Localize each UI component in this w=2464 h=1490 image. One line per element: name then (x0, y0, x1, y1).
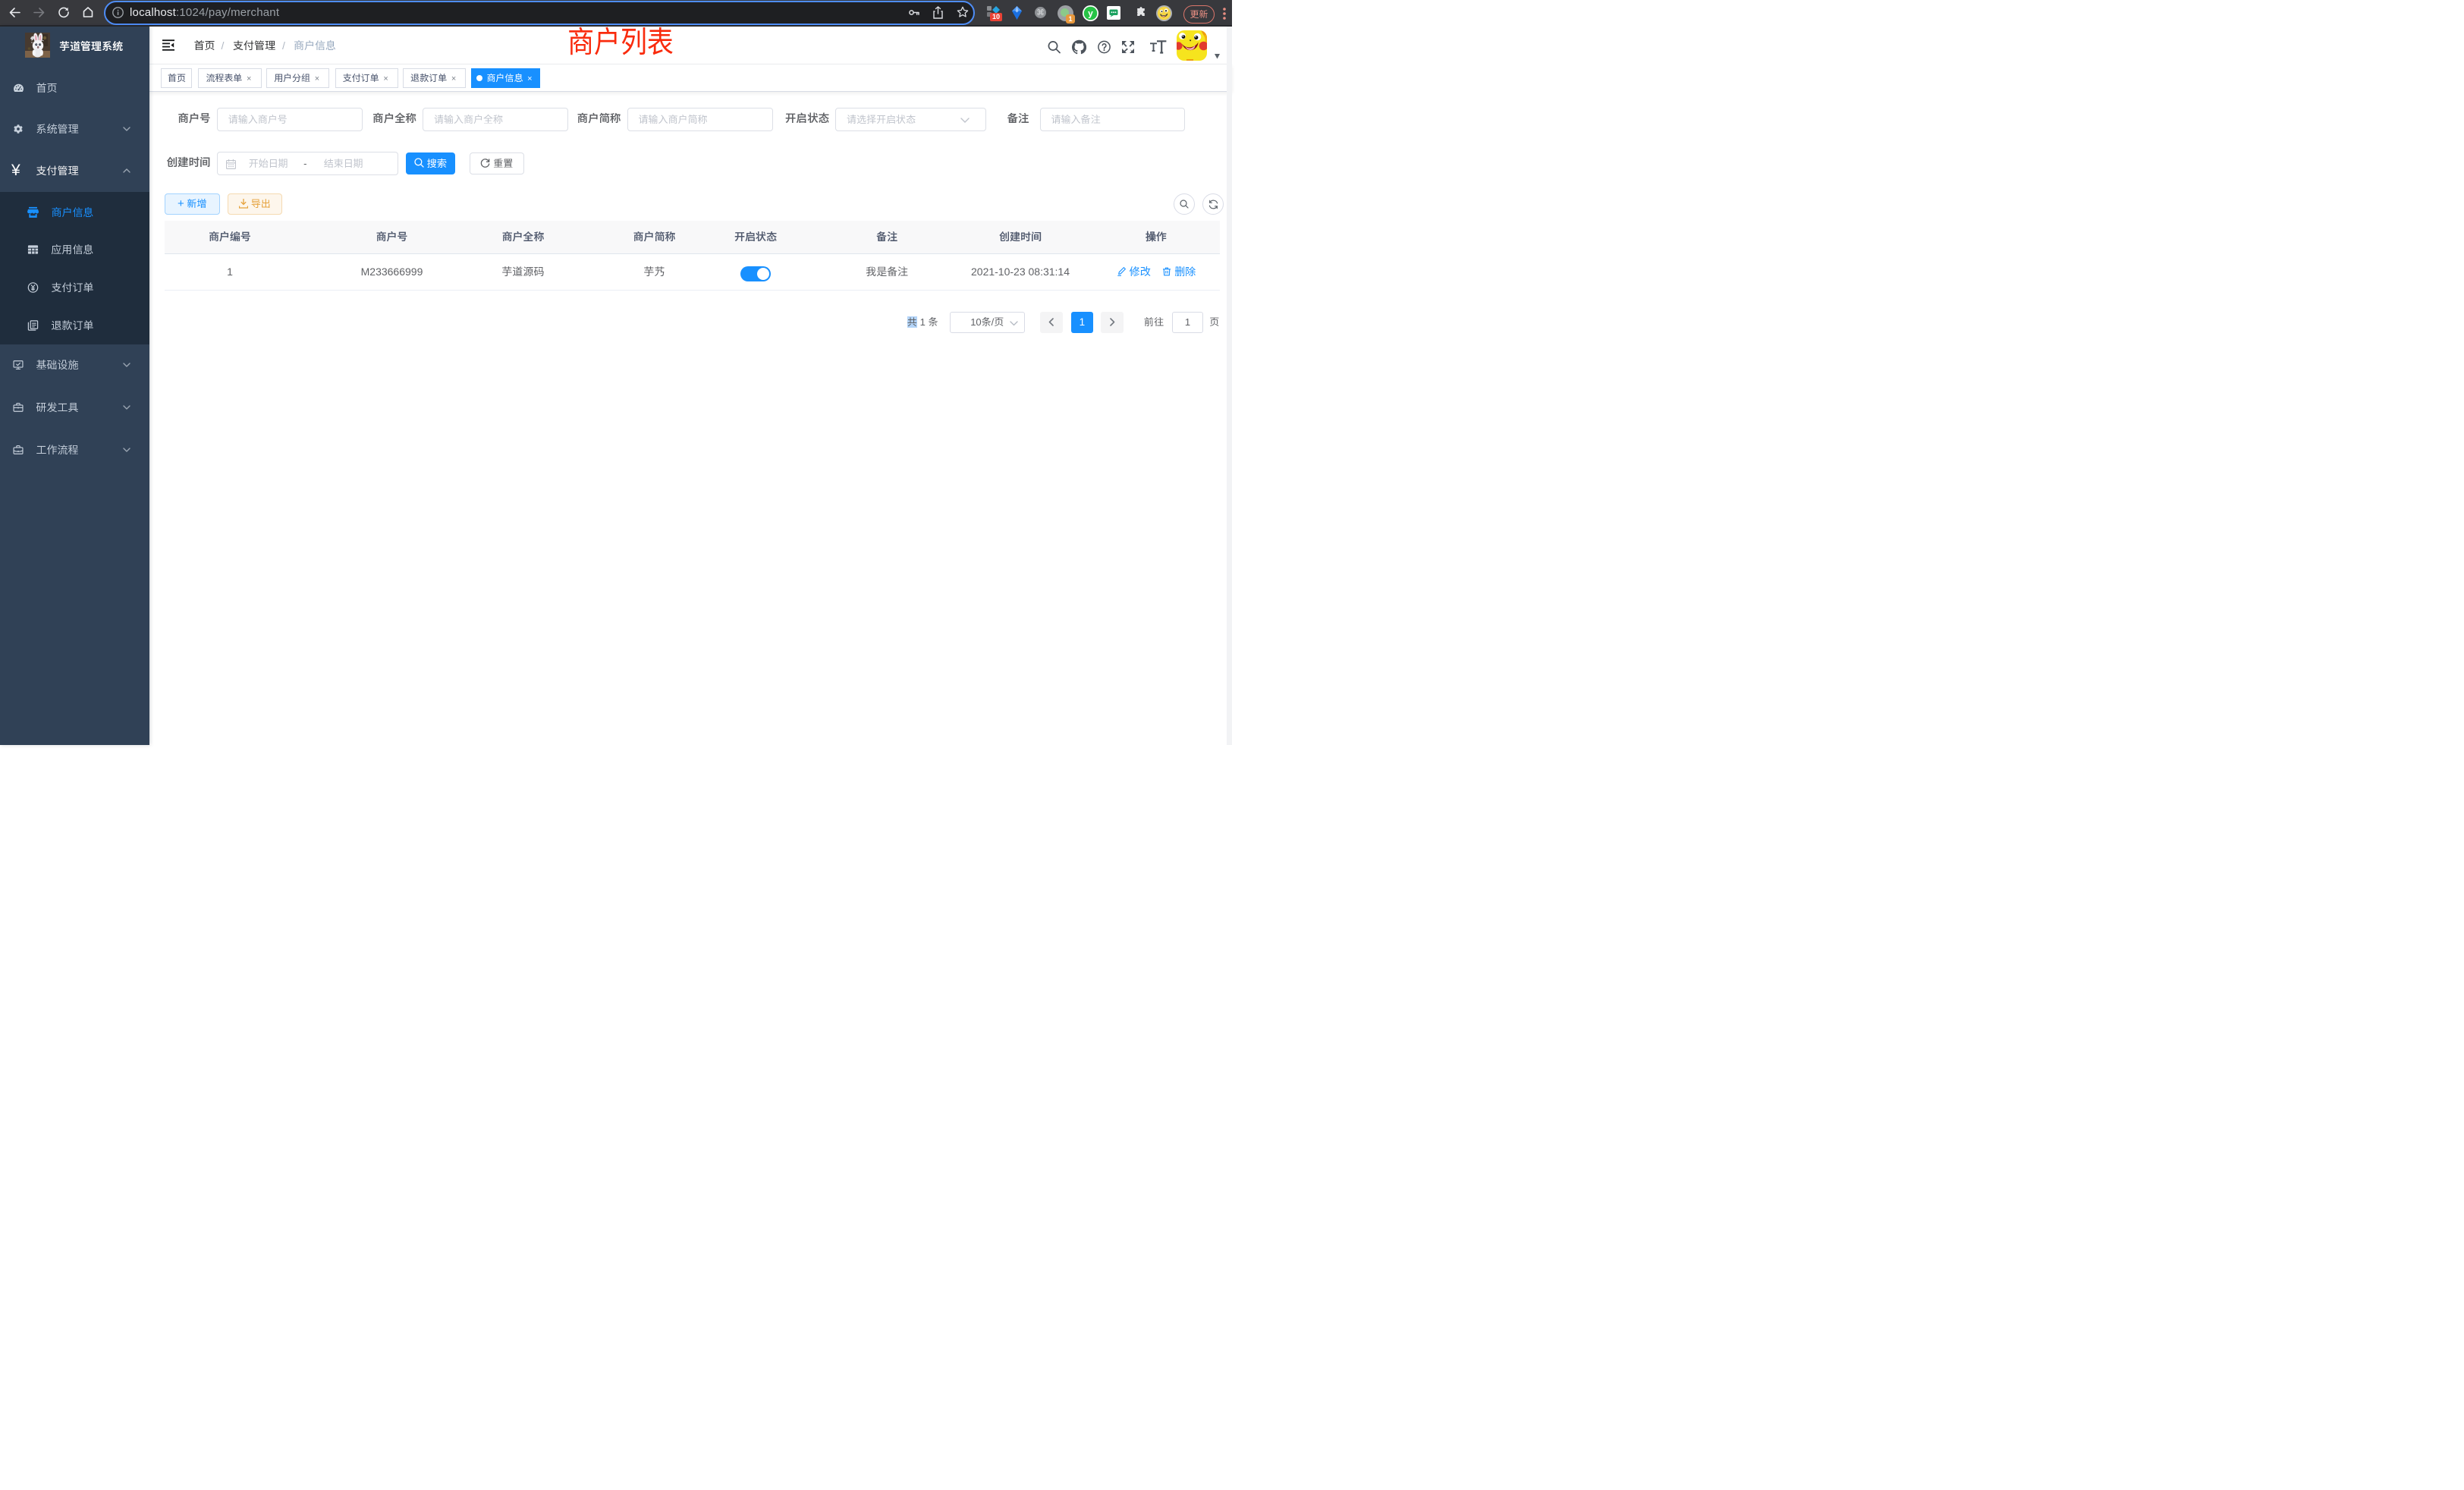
svg-text:⌘: ⌘ (1036, 8, 1045, 17)
svg-text:y: y (1088, 8, 1093, 19)
